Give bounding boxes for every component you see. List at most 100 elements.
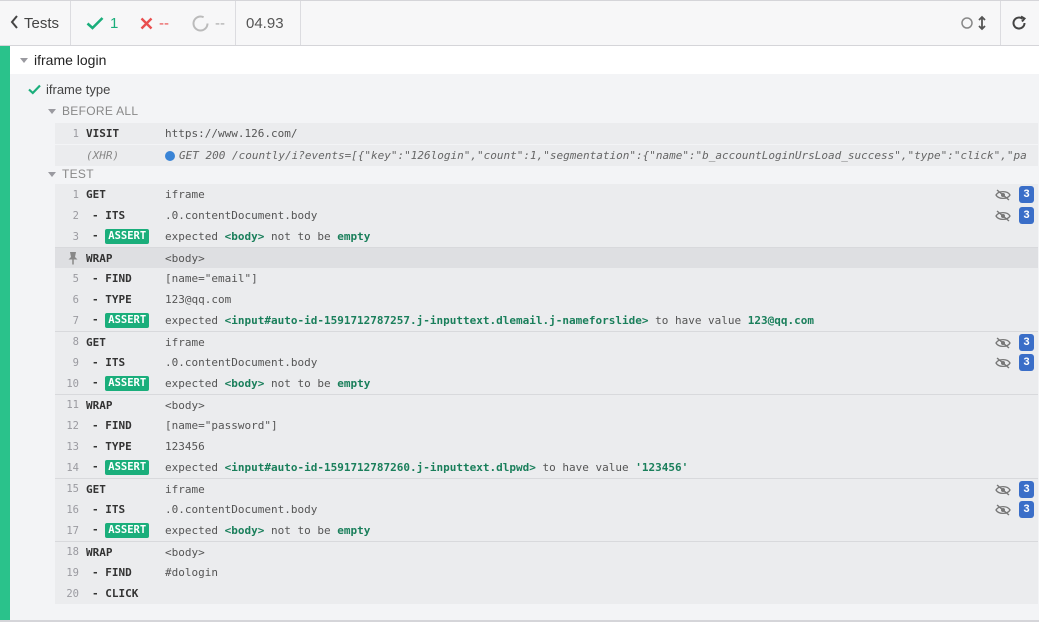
- command-number: 13: [66, 440, 79, 453]
- command-method: - CLICK: [92, 587, 139, 600]
- xhr-message-text: GET 200 /countly/i?events=[{"key":"126lo…: [179, 149, 1027, 162]
- eye-slash-icon: [995, 503, 1011, 516]
- assert-value: '123456': [635, 461, 689, 474]
- hook-test-body[interactable]: TEST: [48, 164, 94, 184]
- assert-badge: ASSERT: [105, 523, 150, 538]
- assert-row[interactable]: 14- ASSERT expected <input#auto-id-159171…: [55, 457, 1038, 478]
- auto-scroll-toggle[interactable]: [960, 15, 990, 31]
- assert-relation: not to be: [270, 524, 331, 537]
- rerun-button[interactable]: [1011, 15, 1027, 31]
- command-method: - ASSERT: [92, 376, 150, 391]
- command-row[interactable]: 1 GET iframe 3: [55, 184, 1038, 205]
- command-number: 11: [66, 399, 79, 411]
- test-header[interactable]: iframe type: [28, 78, 110, 100]
- assert-row[interactable]: 3- ASSERT expected <body> not to be empty: [55, 226, 1038, 247]
- test-container: iframe type BEFORE ALL 1 VISIT https://w…: [10, 74, 1039, 620]
- command-row[interactable]: 9 - ITS .0.contentDocument.body 3: [55, 352, 1038, 373]
- command-row[interactable]: 6 - TYPE 123@qq.com: [55, 289, 1038, 310]
- command-number: 19: [66, 566, 79, 579]
- command-message: 123456: [165, 440, 205, 453]
- command-number: 12: [66, 419, 79, 432]
- assert-subject: <input#auto-id-1591712787260.j-inputtext…: [224, 461, 536, 474]
- hook-before-all[interactable]: BEFORE ALL: [48, 101, 138, 121]
- command-method: - TYPE: [92, 440, 132, 453]
- command-indicators: 3: [995, 354, 1034, 371]
- xhr-row[interactable]: (XHR) GET 200 /countly/i?events=[{"key":…: [55, 145, 1038, 166]
- suite-title: iframe login: [34, 52, 107, 68]
- command-row[interactable]: 19 - FIND #dologin: [55, 562, 1038, 583]
- assert-row[interactable]: 10- ASSERT expected <body> not to be empt…: [55, 373, 1038, 394]
- suite-header[interactable]: iframe login: [10, 46, 1039, 74]
- pin-icon: [55, 251, 79, 265]
- command-message: [name="password"]: [165, 419, 278, 432]
- command-row[interactable]: 20 - CLICK: [55, 583, 1038, 604]
- command-row[interactable]: 11 WRAP <body>: [55, 394, 1038, 415]
- command-method: WRAP: [86, 398, 113, 412]
- test-commands: 1 GET iframe 3 2 - ITS .0.contentDocument.body…: [55, 184, 1038, 604]
- command-row[interactable]: 15 GET iframe 3: [55, 478, 1038, 499]
- command-number: 8: [72, 336, 79, 348]
- command-row[interactable]: 12 - FIND [name="password"]: [55, 415, 1038, 436]
- command-indicators: 3: [995, 186, 1034, 203]
- command-row[interactable]: 18 WRAP <body>: [55, 541, 1038, 562]
- assert-value: 123@qq.com: [747, 314, 815, 327]
- assert-subject: <body>: [224, 230, 265, 243]
- command-message: 123@qq.com: [165, 293, 232, 306]
- command-row[interactable]: 8 GET iframe 3: [55, 331, 1038, 352]
- assert-expected: expected: [165, 461, 218, 474]
- assert-subject: <input#auto-id-1591712787257.j-inputtext…: [224, 314, 649, 327]
- eye-slash-icon: [995, 336, 1011, 349]
- check-icon: [86, 17, 104, 30]
- assert-relation: not to be: [270, 377, 331, 390]
- command-number: 16: [66, 503, 79, 516]
- assert-row[interactable]: 7- ASSERT expected <input#auto-id-1591712…: [55, 310, 1038, 331]
- assert-value: empty: [337, 230, 371, 243]
- reporter-header: Tests 1 -- -- 04.93: [0, 0, 1039, 46]
- assert-row[interactable]: 17- ASSERT expected <body> not to be empt…: [55, 520, 1038, 541]
- command-row[interactable]: 2 - ITS .0.contentDocument.body 3: [55, 205, 1038, 226]
- hook-title: TEST: [62, 167, 94, 181]
- assert-message: expected <input#auto-id-1591712787257.j-…: [165, 314, 1034, 327]
- eye-slash-icon: [995, 209, 1011, 222]
- assert-subject: <body>: [224, 524, 265, 537]
- command-row[interactable]: 16 - ITS .0.contentDocument.body 3: [55, 499, 1038, 520]
- passed-count-value: 1: [110, 14, 119, 32]
- command-method: - ASSERT: [92, 460, 150, 475]
- element-count-badge: 3: [1019, 186, 1034, 203]
- header-divider: [70, 1, 71, 45]
- command-number: 1: [72, 127, 79, 140]
- command-method: - TYPE: [92, 293, 132, 306]
- header-divider: [300, 1, 301, 45]
- command-method: - FIND: [92, 566, 132, 579]
- command-row[interactable]: 13 - TYPE 123456: [55, 436, 1038, 457]
- passed-count: 1: [86, 1, 118, 45]
- assert-message: expected <input#auto-id-1591712787260.j-…: [165, 461, 1034, 474]
- chevron-left-icon: [10, 14, 19, 32]
- header-divider: [1000, 1, 1001, 45]
- command-message: .0.contentDocument.body: [165, 356, 318, 369]
- command-row[interactable]: 1 VISIT https://www.126.com/: [55, 123, 1038, 144]
- x-icon: [140, 17, 153, 29]
- element-count-badge: 3: [1019, 334, 1034, 351]
- command-method: GET: [86, 188, 106, 201]
- command-number: 2: [72, 209, 79, 222]
- command-method: - FIND: [92, 272, 132, 285]
- command-number: 20: [66, 587, 79, 600]
- assert-prefix: -: [92, 460, 106, 473]
- command-row[interactable]: 5 - FIND [name="email"]: [55, 268, 1038, 289]
- command-message: <body>: [165, 251, 205, 265]
- command-method: GET: [86, 335, 106, 349]
- command-indicators: 3: [995, 334, 1034, 351]
- command-number: 7: [72, 314, 79, 327]
- back-label: Tests: [24, 14, 60, 32]
- header-divider: [235, 1, 236, 45]
- command-number: 3: [72, 230, 79, 243]
- command-message: https://www.126.com/: [165, 127, 298, 140]
- command-message: <body>: [165, 398, 205, 412]
- back-to-tests-button[interactable]: Tests: [10, 1, 59, 45]
- command-number: 15: [66, 483, 79, 495]
- command-number: 10: [66, 377, 79, 390]
- command-row[interactable]: WRAP <body>: [55, 247, 1038, 268]
- assert-message: expected <body> not to be empty: [165, 524, 1034, 537]
- before-all-commands: 1 VISIT https://www.126.com/ (XHR) GET 2…: [55, 123, 1038, 166]
